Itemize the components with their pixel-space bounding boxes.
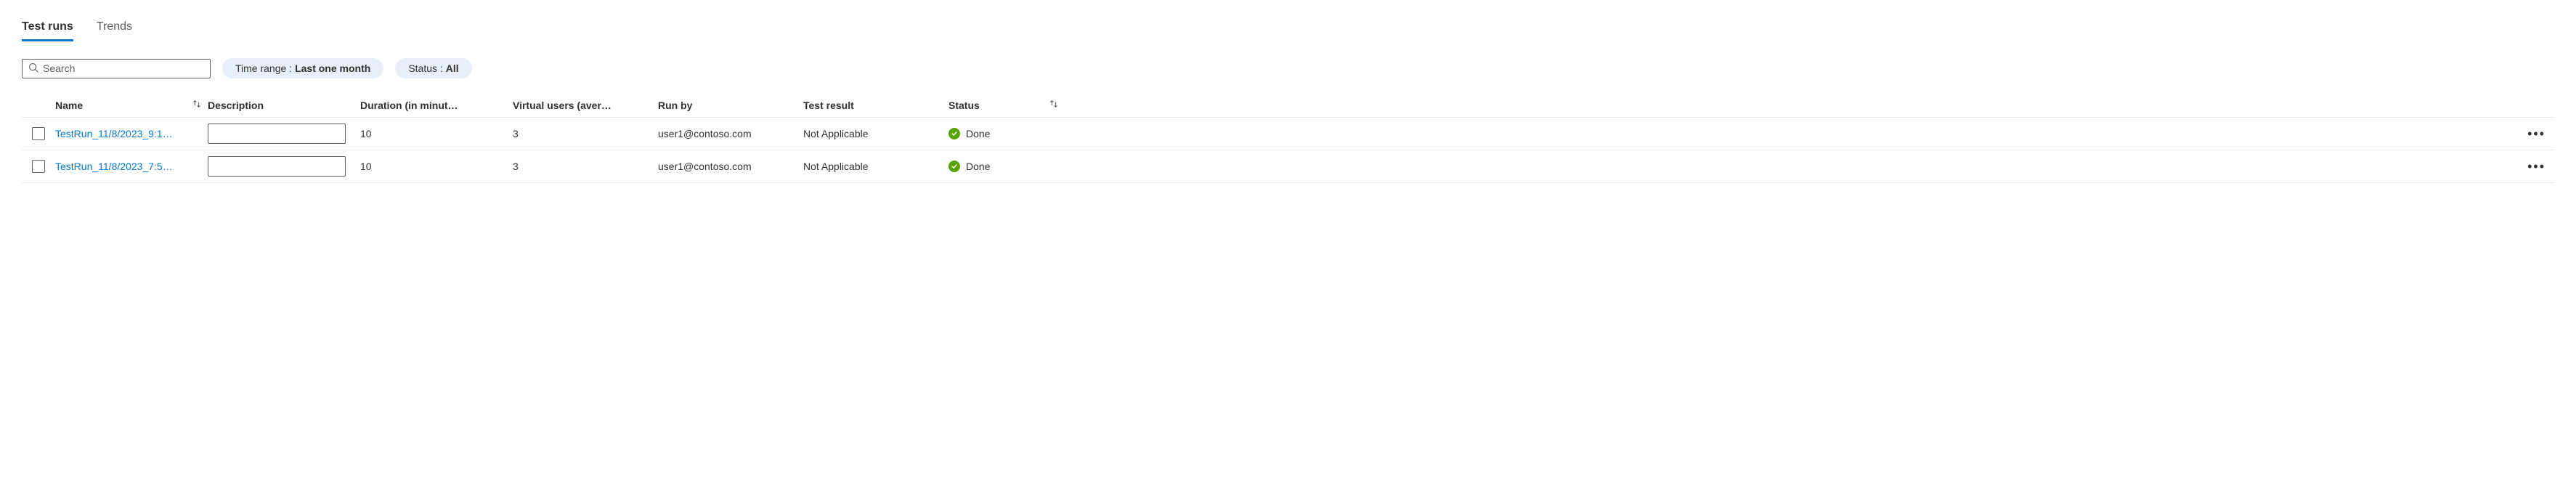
sort-icon-status[interactable] — [1049, 99, 1059, 111]
filter-time-range-label: Time range : — [235, 62, 292, 74]
test-result-value: Not Applicable — [803, 128, 869, 139]
success-icon — [948, 128, 960, 139]
run-by-value: user1@contoso.com — [658, 161, 752, 172]
test-runs-table: Name Description Duration (in minut… Vir… — [22, 93, 2554, 183]
duration-value: 10 — [360, 161, 372, 172]
col-header-virtual-users[interactable]: Virtual users (aver… — [513, 100, 612, 111]
row-checkbox[interactable] — [32, 160, 45, 173]
search-input[interactable] — [43, 62, 204, 74]
search-box[interactable] — [22, 59, 211, 78]
description-input[interactable] — [208, 124, 346, 144]
filter-row: Time range : Last one month Status : All — [22, 58, 2554, 78]
table-row: TestRun_11/8/2023_9:1… 10 3 user1@contos… — [22, 118, 2554, 150]
col-header-name[interactable]: Name — [55, 100, 83, 111]
success-icon — [948, 161, 960, 172]
table-header-row: Name Description Duration (in minut… Vir… — [22, 93, 2554, 118]
test-result-value: Not Applicable — [803, 161, 869, 172]
status-value: Done — [966, 161, 990, 172]
sort-icon-name[interactable] — [192, 99, 202, 111]
tab-bar: Test runs Trends — [22, 15, 2554, 41]
col-header-status[interactable]: Status — [948, 100, 980, 111]
col-header-run-by[interactable]: Run by — [658, 100, 692, 111]
tab-test-runs[interactable]: Test runs — [22, 15, 73, 41]
testrun-name-link[interactable]: TestRun_11/8/2023_9:1… — [55, 128, 173, 139]
filter-time-range[interactable]: Time range : Last one month — [222, 58, 383, 78]
filter-status-label: Status : — [408, 62, 442, 74]
more-actions-button[interactable]: ••• — [2524, 159, 2548, 174]
col-header-duration[interactable]: Duration (in minut… — [360, 100, 458, 111]
col-header-description[interactable]: Description — [208, 100, 264, 111]
status-value: Done — [966, 128, 990, 139]
row-checkbox[interactable] — [32, 127, 45, 140]
duration-value: 10 — [360, 128, 372, 139]
description-input[interactable] — [208, 156, 346, 177]
filter-status-value: All — [446, 62, 459, 74]
table-row: TestRun_11/8/2023_7:5… 10 3 user1@contos… — [22, 150, 2554, 183]
more-actions-button[interactable]: ••• — [2524, 126, 2548, 142]
virtual-users-value: 3 — [513, 128, 519, 139]
search-icon — [28, 62, 38, 75]
filter-time-range-value: Last one month — [295, 62, 370, 74]
tab-trends[interactable]: Trends — [97, 15, 132, 41]
virtual-users-value: 3 — [513, 161, 519, 172]
run-by-value: user1@contoso.com — [658, 128, 752, 139]
testrun-name-link[interactable]: TestRun_11/8/2023_7:5… — [55, 161, 173, 172]
col-header-test-result[interactable]: Test result — [803, 100, 854, 111]
filter-status[interactable]: Status : All — [395, 58, 471, 78]
